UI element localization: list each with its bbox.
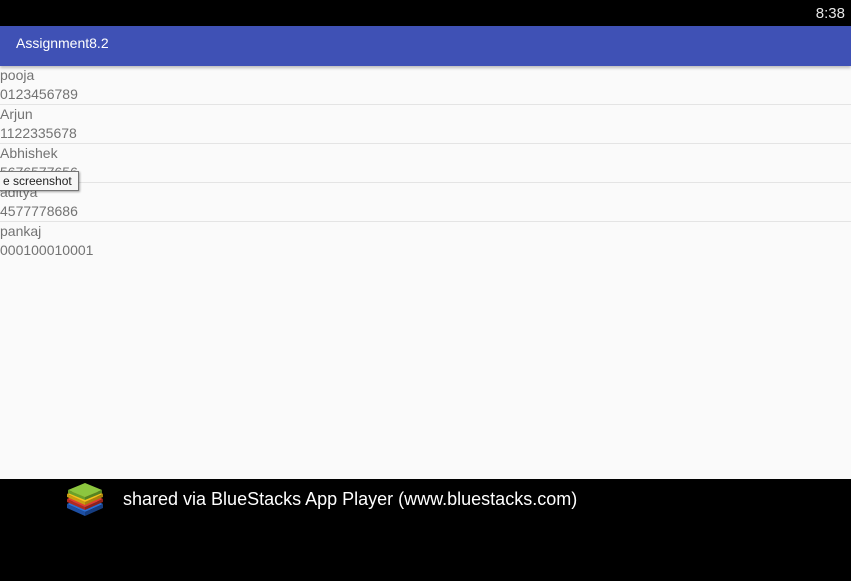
app-screen: 8:38 Assignment8.2 pooja 0123456789 Arju… [0,0,851,581]
status-time: 8:38 [815,5,845,22]
contact-phone: 000100010001 [0,242,94,258]
list-item[interactable]: pooja 0123456789 [0,66,851,105]
contact-phone: 1122335678 [0,125,77,141]
contact-name: aditya [0,184,38,200]
bluestacks-footer: shared via BlueStacks App Player (www.bl… [0,479,851,581]
contact-name: pankaj [0,223,42,239]
contact-list[interactable]: pooja 0123456789 Arjun 1122335678 Abhish… [0,66,851,260]
screenshot-tooltip: e screenshot [0,171,79,191]
bluestacks-logo-icon [67,483,103,516]
contact-list-area: pooja 0123456789 Arjun 1122335678 Abhish… [0,66,851,479]
contact-name: Abhishek [0,145,58,161]
list-item[interactable]: Abhishek 5676577656 [0,144,851,183]
list-item[interactable]: aditya 4577778686 [0,183,851,222]
list-item[interactable]: Arjun 1122335678 [0,105,851,144]
app-bar: Assignment8.2 [0,26,851,66]
contact-phone: 4577778686 [0,203,78,219]
contact-name: Arjun [0,106,33,122]
app-title: Assignment8.2 [16,35,109,51]
bluestacks-share-text: shared via BlueStacks App Player (www.bl… [123,489,578,509]
contact-name: pooja [0,67,35,83]
contact-phone: 5676577656 [0,163,851,182]
status-bar: 8:38 [0,0,851,26]
contact-phone: 0123456789 [0,86,78,102]
list-item[interactable]: pankaj 000100010001 [0,222,851,260]
